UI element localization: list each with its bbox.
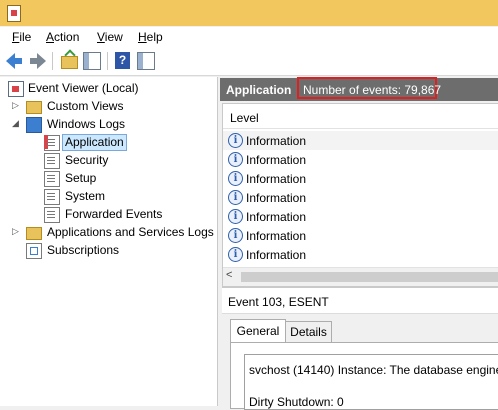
console-tree-icon (83, 52, 101, 70)
back-button[interactable] (6, 52, 24, 70)
windows-logs-icon (26, 117, 42, 133)
toolbar-separator (52, 52, 53, 70)
scrollbar-thumb[interactable] (241, 272, 498, 282)
menu-view[interactable]: View (97, 30, 123, 44)
help-icon: ? (115, 52, 130, 69)
toolbar: ? (0, 47, 498, 76)
menu-help[interactable]: Help (138, 30, 163, 44)
event-row[interactable]: i Information (223, 131, 498, 150)
folder-up-icon (61, 56, 78, 69)
information-icon: i (228, 209, 243, 224)
event-message-line: Dirty Shutdown: 0 (249, 395, 344, 409)
log-header: Application Number of events: 79,867 (220, 77, 498, 101)
event-viewer-icon (8, 81, 24, 97)
collapse-arrow-icon[interactable]: ◢ (12, 118, 22, 130)
event-row[interactable]: i Information (223, 169, 498, 188)
back-arrow-icon (6, 53, 22, 69)
forward-button[interactable] (28, 52, 46, 70)
information-icon: i (228, 171, 243, 186)
information-icon: i (228, 228, 243, 243)
tab-general-panel: svchost (14140) Instance: The database e… (230, 342, 498, 410)
forward-arrow-icon (30, 53, 46, 69)
event-detail-pane: Event 103, ESENT General Details svchost… (222, 287, 498, 410)
log-icon (44, 171, 60, 187)
information-icon: i (228, 152, 243, 167)
event-row[interactable]: i Information (223, 150, 498, 169)
log-icon (44, 207, 60, 223)
event-row[interactable]: i Information (223, 245, 498, 264)
horizontal-scrollbar[interactable]: < (223, 267, 498, 286)
event-detail-title: Event 103, ESENT (222, 288, 498, 314)
event-row[interactable]: i Information (223, 188, 498, 207)
help-button[interactable]: ? (114, 52, 132, 70)
column-header-level[interactable]: Level (223, 104, 498, 129)
toolbar-separator (107, 52, 108, 70)
action-pane-icon (137, 52, 155, 70)
menu-action[interactable]: Action (46, 30, 79, 44)
event-message[interactable]: svchost (14140) Instance: The database e… (244, 354, 498, 410)
console-tree: Event Viewer (Local) ▷ Custom Views ◢ Wi… (0, 77, 218, 406)
event-count: Number of events: 79,867 (303, 83, 442, 97)
log-title: Application (226, 83, 292, 97)
folder-icon (26, 101, 42, 114)
application-log-icon (44, 135, 60, 151)
log-icon (44, 189, 60, 205)
event-row[interactable]: i Information (223, 207, 498, 226)
expand-arrow-icon[interactable]: ▷ (12, 226, 22, 238)
expand-arrow-icon[interactable]: ▷ (12, 100, 22, 112)
event-message-line: svchost (14140) Instance: The database e… (249, 363, 498, 377)
subscriptions-icon (26, 243, 42, 259)
tab-general[interactable]: General (230, 319, 286, 344)
show-hide-console-tree-button[interactable] (83, 52, 101, 70)
event-list: Level i Information i Information i Informa… (222, 103, 498, 287)
information-icon: i (228, 133, 243, 148)
show-hide-action-pane-button[interactable] (137, 52, 155, 70)
up-one-level-button[interactable] (60, 52, 78, 70)
tab-details[interactable]: Details (285, 321, 332, 343)
information-icon: i (228, 247, 243, 262)
menu-file[interactable]: File (12, 30, 31, 44)
menu-bar: File Action View Help (0, 27, 498, 47)
event-row[interactable]: i Information (223, 226, 498, 245)
title-bar (0, 0, 498, 26)
event-viewer-app-icon (7, 5, 21, 22)
folder-icon (26, 227, 42, 240)
information-icon: i (228, 190, 243, 205)
log-icon (44, 153, 60, 169)
scroll-left-icon[interactable]: < (226, 269, 232, 281)
